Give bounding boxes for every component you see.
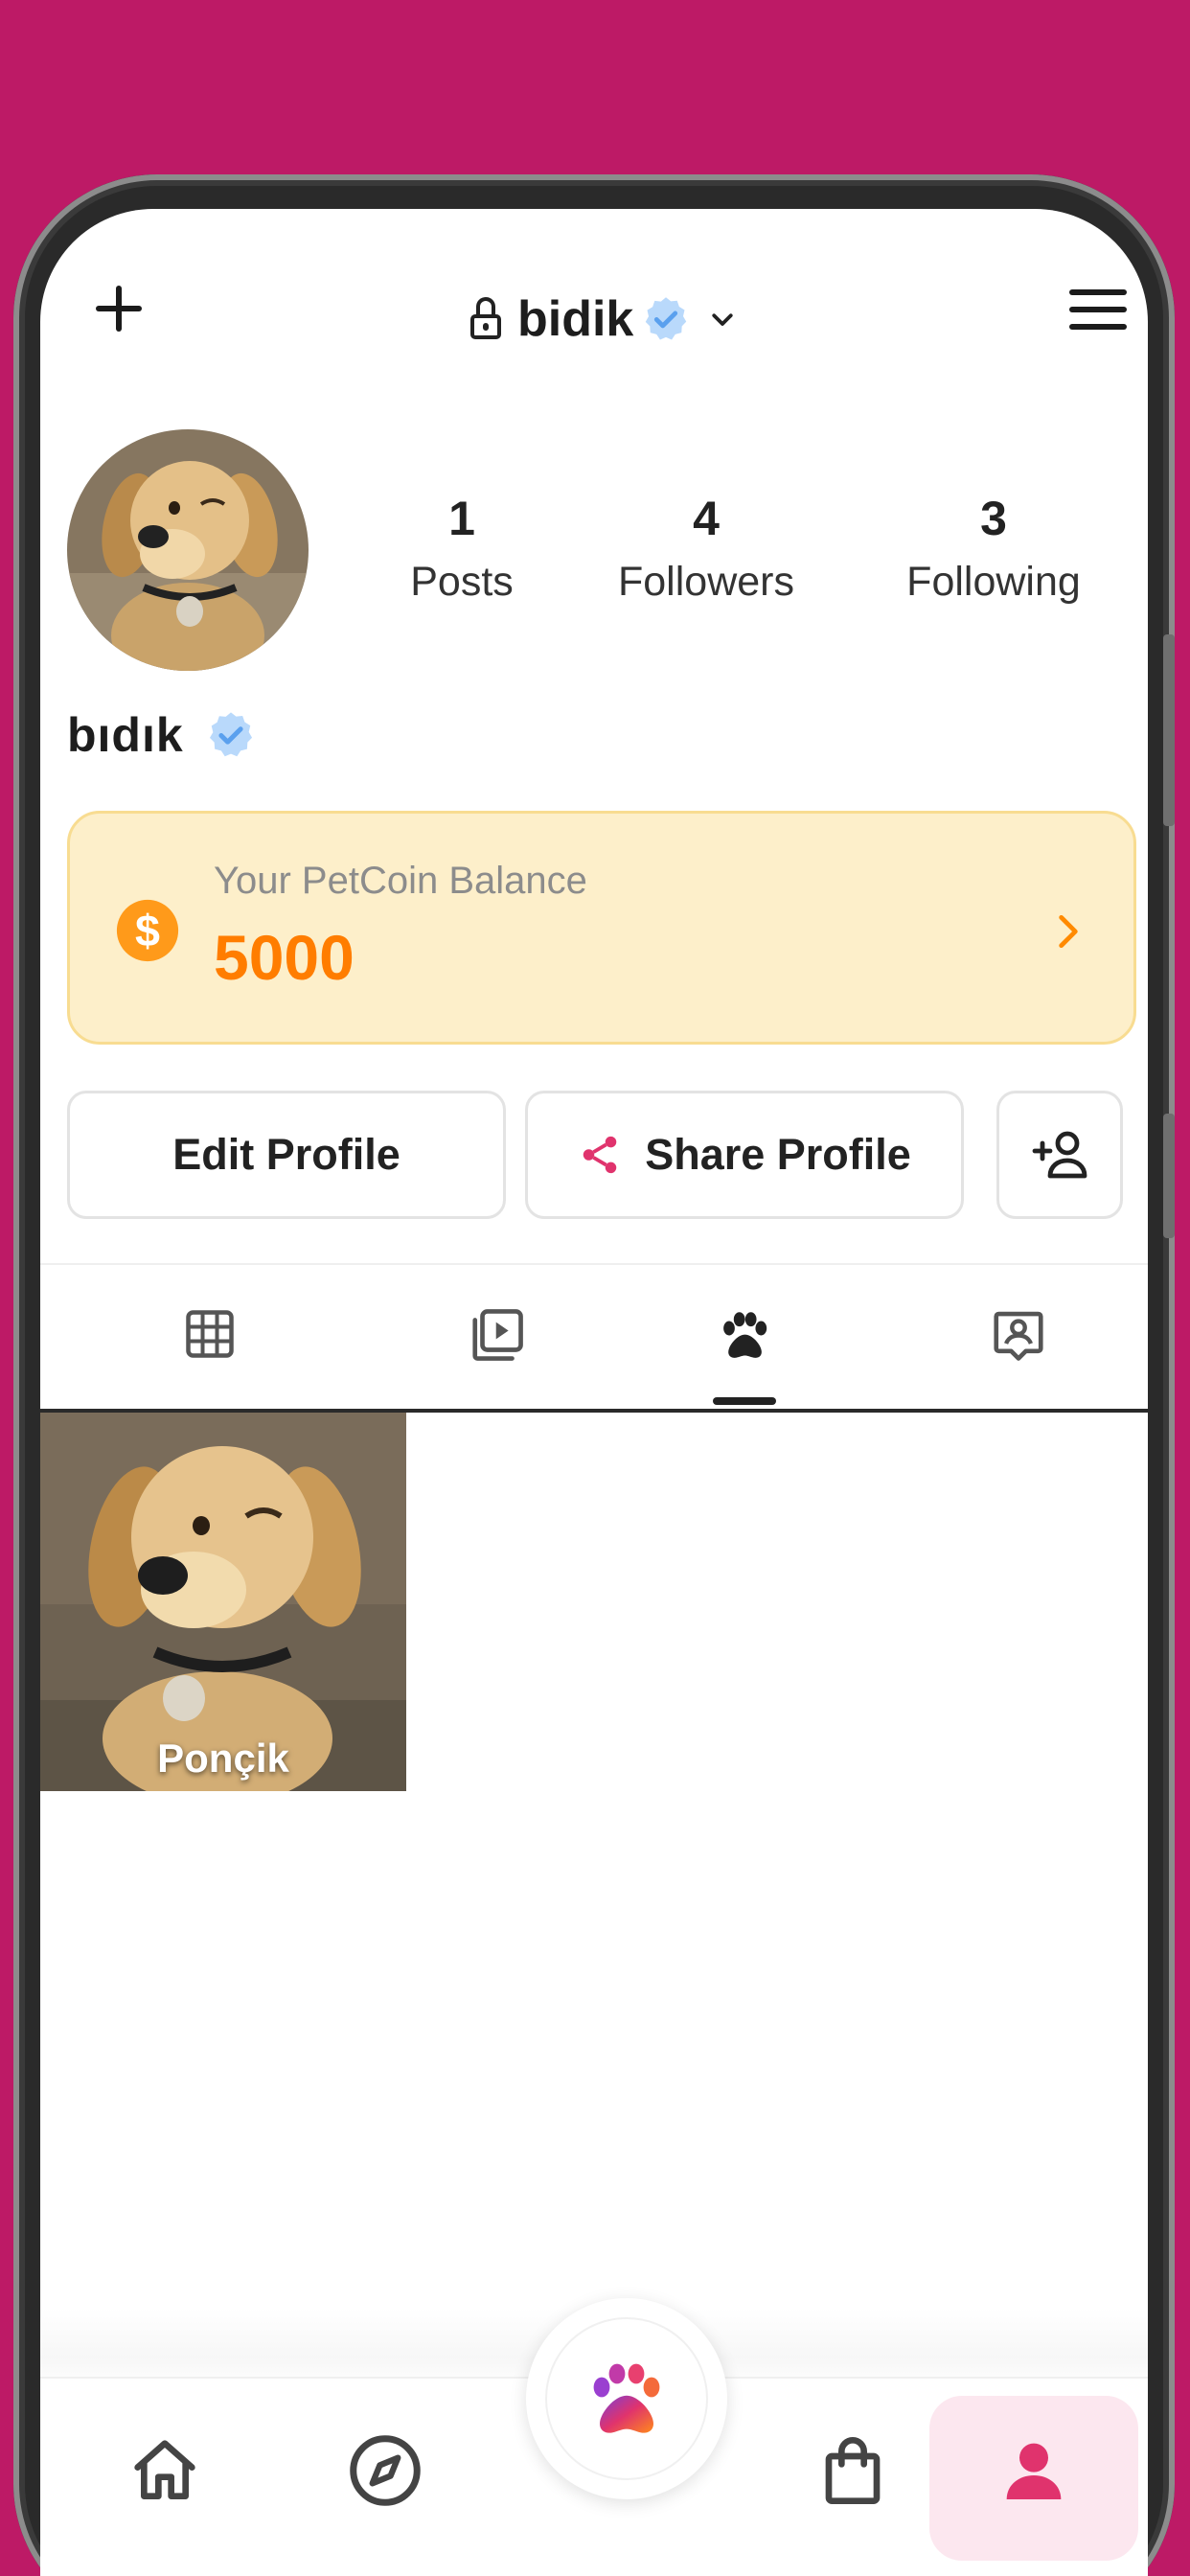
petcoin-label: Your PetCoin Balance	[214, 860, 587, 902]
profile-icon	[1006, 2443, 1062, 2499]
grid-icon	[186, 1310, 234, 1358]
svg-text:$: $	[135, 906, 160, 955]
paw-icon	[723, 1312, 767, 1358]
display-name: bıdık	[67, 708, 184, 762]
account-switcher[interactable]: bidik	[468, 286, 737, 353]
stat-value: 1	[448, 492, 475, 545]
plus-icon[interactable]	[88, 276, 155, 343]
chevron-right-icon	[1059, 914, 1078, 949]
share-icon	[583, 1136, 617, 1174]
verified-icon	[646, 297, 687, 340]
nav-home[interactable]	[107, 2413, 222, 2528]
explore-icon	[350, 2435, 421, 2506]
app-screen: bidik 1 Posts 4 Followers 3 Following bı…	[40, 209, 1148, 2576]
add-friend-button[interactable]	[996, 1091, 1123, 1219]
stat-label: Posts	[410, 559, 514, 605]
tab-paw[interactable]	[692, 1286, 797, 1401]
stat-value: 4	[693, 492, 720, 545]
paw-fab-button[interactable]	[526, 2298, 727, 2499]
stat-label: Followers	[618, 559, 794, 605]
petcoin-value: 5000	[214, 922, 355, 993]
active-tab-indicator	[713, 1397, 776, 1405]
tab-reels[interactable]	[445, 1286, 550, 1401]
home-icon	[134, 2440, 195, 2499]
divider	[40, 1263, 1148, 1265]
dollar-coin-icon: $	[116, 899, 179, 962]
post-tile[interactable]: Ponçik	[40, 1413, 406, 1791]
stat-label: Following	[906, 559, 1081, 605]
post-caption: Ponçik	[157, 1736, 289, 1781]
avatar[interactable]	[67, 429, 309, 671]
account-name: bidik	[517, 291, 634, 347]
side-button	[1163, 1114, 1175, 1238]
stat-following[interactable]: 3 Following	[864, 487, 1123, 613]
share-profile-button[interactable]: Share Profile	[525, 1091, 964, 1219]
reels-icon	[472, 1309, 523, 1361]
nav-explore[interactable]	[328, 2413, 443, 2528]
chevron-down-icon	[712, 313, 733, 326]
edit-profile-button[interactable]: Edit Profile	[67, 1091, 506, 1219]
stat-followers[interactable]: 4 Followers	[577, 487, 835, 613]
display-name-row: bıdık	[67, 707, 257, 763]
shop-bag-icon	[825, 2437, 881, 2504]
add-person-icon	[1032, 1131, 1087, 1179]
nav-profile[interactable]	[976, 2413, 1091, 2528]
dog-photo	[40, 1413, 406, 1791]
petcoin-card[interactable]: $ Your PetCoin Balance 5000	[67, 811, 1136, 1045]
paw-fab-icon	[593, 2363, 660, 2433]
edit-profile-label: Edit Profile	[172, 1130, 400, 1179]
tab-grid[interactable]	[157, 1286, 263, 1401]
stat-value: 3	[980, 492, 1007, 545]
menu-icon[interactable]	[1067, 286, 1129, 334]
top-bar: bidik	[40, 209, 1148, 401]
dog-photo	[67, 429, 309, 671]
tagged-icon	[994, 1311, 1043, 1361]
lock-icon	[468, 297, 504, 341]
share-profile-label: Share Profile	[645, 1130, 911, 1179]
side-button	[1163, 634, 1175, 826]
stat-posts[interactable]: 1 Posts	[376, 487, 548, 613]
nav-shop[interactable]	[795, 2413, 910, 2528]
tab-tagged[interactable]	[966, 1286, 1071, 1401]
verified-icon	[209, 712, 252, 757]
